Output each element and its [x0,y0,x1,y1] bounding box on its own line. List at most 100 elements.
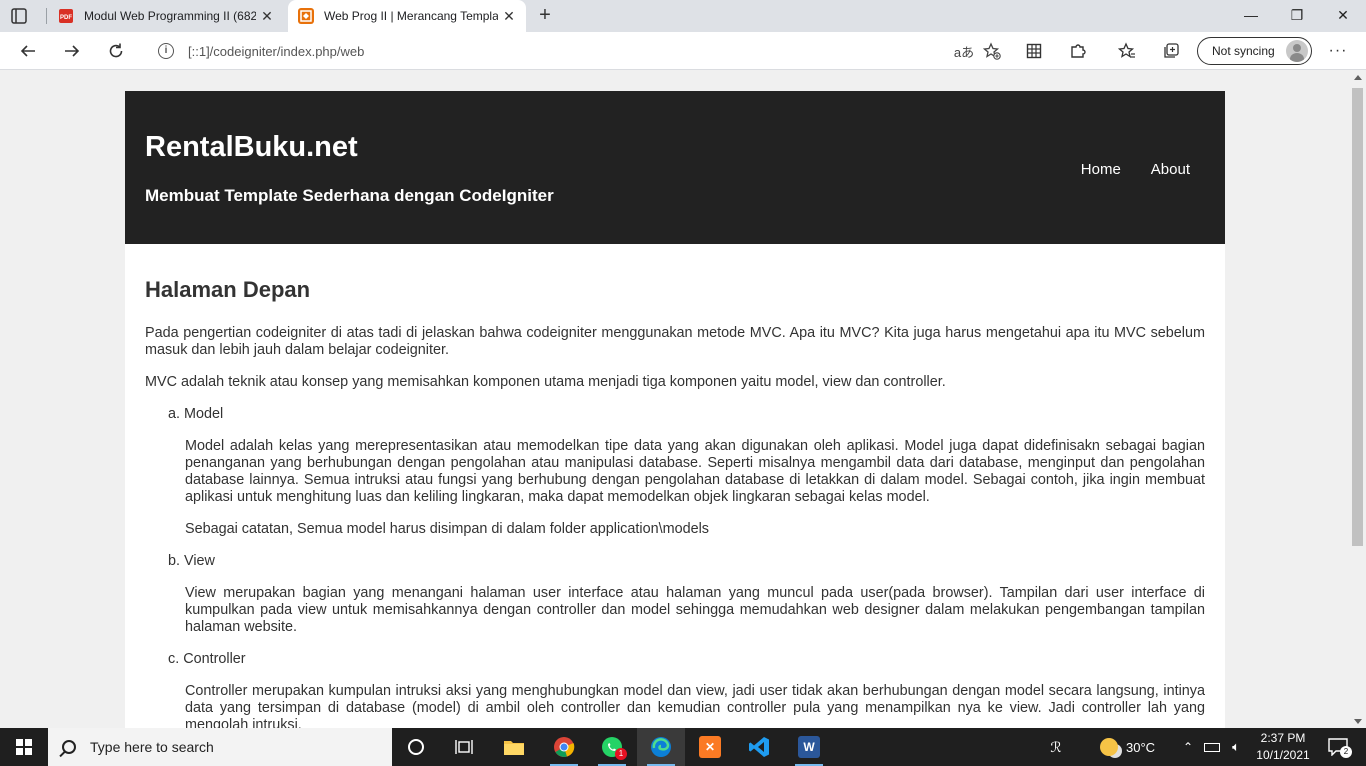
edge-button[interactable] [637,728,685,766]
word-button[interactable]: W [785,728,833,766]
whatsapp-button[interactable]: 1 [588,728,636,766]
site-header: RentalBuku.net Membuat Template Sederhan… [125,91,1225,244]
xampp-icon: ✕ [699,736,721,758]
chevron-up-icon: ⌃ [1182,740,1194,754]
close-icon[interactable]: ✕ [256,8,278,25]
xampp-button[interactable]: ✕ [686,728,734,766]
tab-title: Modul Web Programming II (682 [84,9,256,23]
apps-button[interactable] [1020,38,1048,64]
main-content: Halaman Depan Pada pengertian codeignite… [125,244,1225,728]
vertical-scrollbar[interactable] [1350,71,1366,728]
chrome-button[interactable] [540,728,588,766]
tab-strip: PDF Modul Web Programming II (682 ✕ Web … [0,0,1366,32]
tab-modul-web[interactable]: PDF Modul Web Programming II (682 ✕ [48,0,284,32]
tab-title: Web Prog II | Merancang Templa [324,9,498,23]
url-text[interactable]: [::1]/codeigniter/index.php/web [188,44,950,59]
vscode-icon [749,737,769,757]
add-favorite-icon[interactable] [978,37,1006,65]
intro-paragraph-1: Pada pengertian codeigniter di atas tadi… [145,325,1205,358]
site-title[interactable]: RentalBuku.net [145,131,358,164]
mvc-list: a. Model Model adalah kelas yang merepre… [145,406,1205,728]
scroll-down-icon[interactable] [1354,719,1362,724]
more-menu-button[interactable]: ··· [1324,38,1352,64]
list-item-body: View merupakan bagian yang menangani hal… [185,585,1205,635]
read-aloud-icon[interactable]: aあ [950,37,978,65]
grid-icon [1026,43,1042,59]
forward-button[interactable] [58,38,86,64]
refresh-icon [109,43,123,58]
edge-icon [651,737,671,757]
back-button[interactable] [14,38,42,64]
intro-paragraph-2: MVC adalah teknik atau konsep yang memis… [145,374,946,390]
scroll-up-icon[interactable] [1354,75,1362,80]
chrome-icon [554,737,575,757]
cortana-icon [408,739,424,755]
codeigniter-icon [298,8,314,24]
task-view-icon [455,740,473,754]
arrow-left-icon [20,45,35,57]
windows-taskbar: Type here to search 1 ✕ W ℛ 30°C ⌃ 🔈︎ 2:… [0,728,1366,766]
list-item-controller: c. Controller Controller merupakan kumpu… [168,651,1205,728]
tab-separator [46,8,47,24]
tab-web-prog[interactable]: Web Prog II | Merancang Templa ✕ [288,0,526,32]
close-icon[interactable]: ✕ [498,8,520,25]
puzzle-icon [1071,44,1086,58]
clock-date: 10/1/2021 [1256,748,1310,762]
extensions-button[interactable] [1064,38,1092,64]
notification-count-badge: 2 [1340,746,1352,758]
folder-icon [504,741,524,755]
browser-toolbar: i [::1]/codeigniter/index.php/web aあ Not… [0,32,1366,70]
list-item-model: a. Model Model adalah kelas yang merepre… [168,406,1205,538]
collections-button[interactable] [1157,38,1185,64]
task-view-button[interactable] [440,728,488,766]
avatar-icon [1286,40,1308,62]
favorites-button[interactable] [1113,38,1141,64]
collections-icon [1164,43,1179,58]
vscode-button[interactable] [735,728,783,766]
list-item-body: Model adalah kelas yang merepresentasika… [185,438,1205,505]
list-item-title: a. Model [168,406,224,422]
battery-tray[interactable] [1200,728,1224,766]
nav-about-link[interactable]: About [1151,161,1190,178]
refresh-button[interactable] [102,38,130,64]
scrollbar-thumb[interactable] [1352,88,1363,546]
search-placeholder: Type here to search [90,739,214,755]
people-button[interactable]: ℛ [1034,728,1078,766]
people-icon: ℛ [1050,738,1062,755]
address-bar[interactable]: i [::1]/codeigniter/index.php/web aあ [146,36,1006,66]
weather-widget[interactable]: 30°C [1100,728,1170,766]
cortana-button[interactable] [392,728,440,766]
file-explorer-button[interactable] [490,728,538,766]
minimize-button[interactable]: — [1228,0,1274,32]
arrow-right-icon [65,45,80,57]
clock[interactable]: 2:37 PM 10/1/2021 [1252,730,1314,764]
new-tab-button[interactable]: + [534,4,556,26]
clock-time: 2:37 PM [1260,731,1306,745]
nav-home-link[interactable]: Home [1081,161,1121,178]
profile-sync-button[interactable]: Not syncing [1197,37,1312,65]
list-item-view: b. View View merupakan bagian yang menan… [168,553,1205,636]
page-heading: Halaman Depan [145,277,311,302]
maximize-button[interactable]: ❐ [1274,0,1320,32]
show-hidden-icons-button[interactable]: ⌃ [1176,728,1200,766]
page-viewport: RentalBuku.net Membuat Template Sederhan… [0,71,1350,728]
whatsapp-badge: 1 [615,748,627,760]
word-icon: W [798,736,820,758]
favorites-icon [1118,42,1135,58]
site-subtitle: Membuat Template Sederhana dengan CodeIg… [145,186,554,205]
close-window-button[interactable]: ✕ [1320,0,1366,32]
tab-actions-icon[interactable] [10,7,28,25]
start-button[interactable] [0,728,48,766]
site-nav: Home About [1081,161,1190,178]
weather-temperature: 30°C [1126,739,1156,755]
info-icon[interactable]: i [158,43,174,59]
notification-center-button[interactable]: 2 [1318,728,1358,766]
list-item-body: Controller merupakan kumpulan intruksi a… [185,683,1205,728]
svg-text:PDF: PDF [60,15,72,21]
weather-sun-icon [1100,738,1118,756]
volume-tray[interactable]: 🔈︎ [1224,728,1248,766]
more-icon: ··· [1328,42,1348,59]
list-item-title: c. Controller [168,651,246,667]
taskbar-search[interactable]: Type here to search [48,728,392,766]
search-icon [62,740,76,754]
